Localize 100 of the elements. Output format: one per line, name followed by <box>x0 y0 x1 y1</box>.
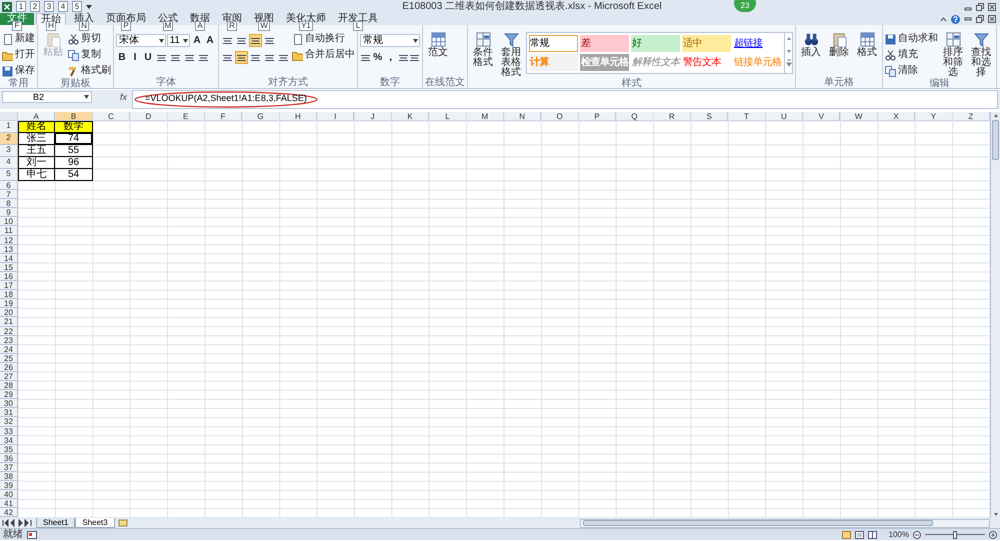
column-header[interactable]: R <box>654 112 691 121</box>
row-header[interactable]: 1 <box>0 121 18 133</box>
ribbon-button[interactable]: 复制 <box>68 48 111 62</box>
ribbon-button[interactable]: 格式 <box>854 32 880 58</box>
row-header[interactable]: 5 <box>0 169 18 181</box>
column-header[interactable]: N <box>504 112 542 121</box>
cell-style[interactable]: 好 <box>631 35 680 52</box>
ribbon-button[interactable]: 格式刷 <box>68 64 111 78</box>
formula-field[interactable]: =VLOOKUP(A2,Sheet1!A1:E8,3,FALSE) <box>132 90 998 109</box>
column-header[interactable]: E <box>168 112 205 121</box>
ribbon-button[interactable]: 范文 <box>425 32 451 58</box>
row-header[interactable]: 41 <box>0 499 18 508</box>
ribbon-button[interactable]: 条件格式 <box>470 32 496 68</box>
row-header[interactable]: 11 <box>0 226 18 236</box>
row-header[interactable]: 29 <box>0 390 18 400</box>
column-header[interactable]: L <box>429 112 467 121</box>
row-header[interactable]: 10 <box>0 217 18 226</box>
row-header[interactable]: 17 <box>0 281 18 290</box>
row-header[interactable]: 7 <box>0 190 18 200</box>
ribbon-button[interactable]: 保存 <box>2 64 35 78</box>
ribbon-button[interactable]: 清除 <box>885 64 938 78</box>
vertical-scrollbar[interactable] <box>990 112 1000 518</box>
column-header[interactable]: A <box>18 112 56 121</box>
format-button[interactable]: , <box>384 51 397 64</box>
format-button[interactable] <box>249 34 262 47</box>
ribbon-button[interactable]: 填充 <box>885 48 938 62</box>
row-header[interactable]: 42 <box>0 508 18 518</box>
column-header[interactable]: W <box>840 112 878 121</box>
column-header[interactable]: X <box>878 112 916 121</box>
row-header[interactable]: 39 <box>0 481 18 490</box>
dropdown-field[interactable]: 11 <box>166 34 190 47</box>
scroll-thumb[interactable] <box>992 120 999 160</box>
ribbon-button[interactable]: 插入 <box>798 32 824 58</box>
column-header[interactable]: Z <box>952 112 990 121</box>
row-header[interactable]: 3 <box>0 145 18 157</box>
scroll-thumb[interactable] <box>583 520 933 526</box>
column-header[interactable]: T <box>728 112 766 121</box>
ribbon-button[interactable]: 套用表格格式 <box>498 32 524 78</box>
row-header[interactable]: 21 <box>0 317 18 326</box>
slider-thumb[interactable] <box>953 530 957 538</box>
column-header[interactable]: H <box>280 112 318 121</box>
dropdown-field[interactable]: 常规 <box>360 34 420 47</box>
format-button[interactable]: I <box>129 51 141 64</box>
format-button[interactable]: B <box>116 51 128 64</box>
sheet-tab[interactable]: Sheet1 <box>36 518 76 528</box>
row-header[interactable]: 40 <box>0 490 18 500</box>
dropdown-field[interactable]: 宋体 <box>116 34 166 47</box>
column-header[interactable]: Y <box>915 112 953 121</box>
column-header[interactable]: V <box>803 112 840 121</box>
row-header[interactable]: 30 <box>0 399 18 408</box>
zoom-level: 100% <box>888 528 909 540</box>
row-header[interactable]: 9 <box>0 208 18 218</box>
column-header[interactable]: I <box>317 112 354 121</box>
cell-style[interactable]: 差 <box>580 35 629 52</box>
row-header[interactable]: 2 <box>0 133 18 145</box>
format-button[interactable]: % <box>372 51 384 64</box>
ribbon-button[interactable]: 合并后居中 <box>292 48 355 62</box>
column-header[interactable]: F <box>204 112 242 121</box>
format-button[interactable] <box>235 51 248 64</box>
row-header[interactable]: 32 <box>0 417 18 427</box>
ribbon-button[interactable]: 查找和选择 <box>968 32 994 78</box>
column-header[interactable]: Q <box>616 112 654 121</box>
zoom-slider[interactable] <box>925 530 985 538</box>
column-header[interactable]: P <box>578 112 616 121</box>
column-header[interactable]: U <box>766 112 804 121</box>
row-header[interactable]: 4 <box>0 157 18 169</box>
column-header[interactable]: S <box>690 112 728 121</box>
row-header[interactable]: 28 <box>0 381 18 390</box>
ribbon-button[interactable]: 打开 <box>2 48 35 62</box>
column-header[interactable]: K <box>392 112 430 121</box>
dropdown-icon <box>413 38 418 42</box>
ribbon-button[interactable]: 新建 <box>2 32 35 46</box>
format-button[interactable]: A <box>191 34 203 47</box>
ribbon-button[interactable]: 自动换行 <box>292 32 355 46</box>
cell-style[interactable]: 适中 <box>682 35 731 52</box>
format-button[interactable]: A <box>204 34 216 47</box>
row-header[interactable]: 6 <box>0 181 18 190</box>
column-header[interactable]: C <box>92 112 130 121</box>
row-header[interactable]: 31 <box>0 408 18 418</box>
name-box[interactable]: B2 <box>2 91 92 103</box>
column-header[interactable]: B <box>55 112 93 121</box>
column-header[interactable]: D <box>130 112 168 121</box>
sheet-tab[interactable]: Sheet3 <box>75 518 115 528</box>
row-header[interactable]: 38 <box>0 472 18 482</box>
cell-style[interactable]: 常规 <box>529 35 578 52</box>
ribbon-button[interactable]: 删除 <box>826 32 852 58</box>
table-cell: 刘一 <box>18 157 56 169</box>
row-header[interactable]: 18 <box>0 290 18 300</box>
column-header[interactable]: G <box>242 112 280 121</box>
row-header[interactable]: 19 <box>0 299 18 308</box>
column-header[interactable]: O <box>541 112 579 121</box>
horizontal-scrollbar[interactable] <box>580 518 990 528</box>
row-header[interactable]: 8 <box>0 199 18 208</box>
column-header[interactable]: M <box>466 112 504 121</box>
row-header[interactable]: 20 <box>0 308 18 318</box>
column-header[interactable]: J <box>354 112 392 121</box>
ribbon-button[interactable]: 自动求和 <box>885 32 938 46</box>
ribbon-button[interactable]: 剪切 <box>68 32 111 46</box>
ribbon-button[interactable]: 排序和筛选 <box>940 32 966 78</box>
format-button[interactable]: U <box>142 51 154 64</box>
